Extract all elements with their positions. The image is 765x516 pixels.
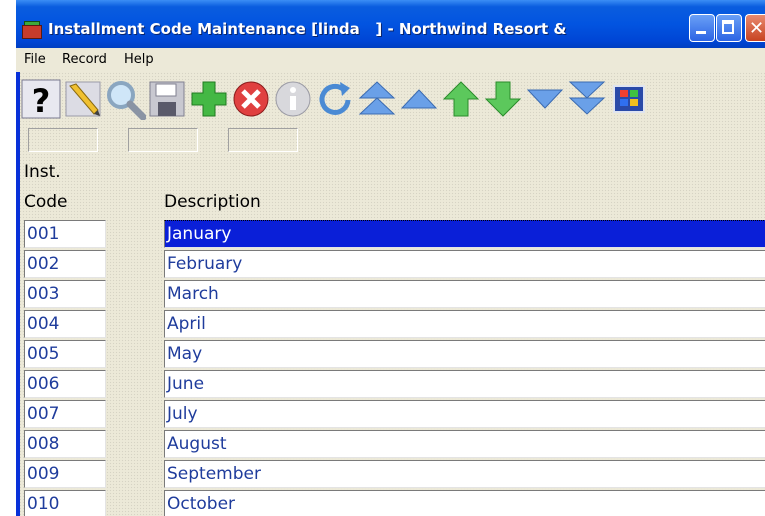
code-cell[interactable]: 007: [24, 400, 106, 428]
app-window: Installment Code Maintenance [linda ] - …: [16, 0, 765, 516]
description-cell[interactable]: February: [164, 250, 765, 278]
windows-logo-icon: [613, 85, 645, 113]
previous-page-icon: [400, 89, 438, 109]
search-magnifier-icon: [107, 81, 146, 120]
edit-pencil-icon: [65, 81, 101, 117]
previous-page-button[interactable]: [398, 78, 440, 120]
first-record-button[interactable]: [356, 78, 398, 120]
save-disk-icon: [149, 81, 185, 117]
code-cell[interactable]: 003: [24, 280, 106, 308]
description-cell[interactable]: March: [164, 280, 765, 308]
code-cell[interactable]: 004: [24, 310, 106, 338]
menu-help[interactable]: Help: [124, 52, 154, 67]
description-cell[interactable]: June: [164, 370, 765, 398]
help-icon: ?: [21, 79, 61, 120]
code-cell[interactable]: 002: [24, 250, 106, 278]
column-header-code-line1: Inst.: [24, 162, 61, 182]
description-cell[interactable]: September: [164, 460, 765, 488]
first-record-icon: [358, 81, 396, 115]
title-bar[interactable]: Installment Code Maintenance [linda ] - …: [16, 0, 765, 48]
next-record-icon: [484, 81, 522, 117]
description-cell[interactable]: October: [164, 490, 765, 516]
add-button[interactable]: [188, 78, 230, 120]
info-button[interactable]: [272, 78, 314, 120]
description-cell-selected[interactable]: January: [164, 220, 765, 248]
code-cell[interactable]: 001: [24, 220, 106, 248]
menu-bar: File Record Help: [16, 48, 765, 72]
code-cell[interactable]: 006: [24, 370, 106, 398]
refresh-icon: [319, 82, 351, 115]
minimize-button[interactable]: [689, 14, 715, 42]
svg-text:?: ?: [32, 82, 51, 120]
maximize-icon: [722, 20, 734, 34]
minimize-icon: [696, 31, 706, 34]
delete-x-icon: [233, 81, 269, 117]
maximize-button[interactable]: [716, 14, 742, 42]
filter-field-2[interactable]: [128, 128, 198, 152]
filter-field-1[interactable]: [28, 128, 98, 152]
description-cell[interactable]: August: [164, 430, 765, 458]
delete-button[interactable]: [230, 78, 272, 120]
edit-button[interactable]: [62, 78, 104, 120]
add-plus-icon: [191, 81, 227, 117]
windows-button[interactable]: [608, 78, 650, 120]
previous-record-button[interactable]: [440, 78, 482, 120]
filter-field-3[interactable]: [228, 128, 298, 152]
save-button[interactable]: [146, 78, 188, 120]
description-cell[interactable]: July: [164, 400, 765, 428]
code-cell[interactable]: 010: [24, 490, 106, 516]
next-page-button[interactable]: [524, 78, 566, 120]
window-title: Installment Code Maintenance [linda ] - …: [48, 20, 567, 38]
menu-file[interactable]: File: [24, 52, 46, 67]
close-button[interactable]: ✕: [745, 14, 765, 42]
menu-record[interactable]: Record: [62, 52, 107, 67]
close-icon: ✕: [749, 18, 765, 39]
search-button[interactable]: [104, 78, 146, 120]
app-icon[interactable]: [22, 21, 42, 39]
next-page-icon: [526, 89, 564, 109]
description-cell[interactable]: April: [164, 310, 765, 338]
description-cell[interactable]: May: [164, 340, 765, 368]
info-icon: [275, 81, 311, 117]
last-record-button[interactable]: [566, 78, 608, 120]
help-button[interactable]: ?: [20, 78, 62, 120]
next-record-button[interactable]: [482, 78, 524, 120]
code-cell[interactable]: 008: [24, 430, 106, 458]
code-cell[interactable]: 005: [24, 340, 106, 368]
column-header-code-line2: Code: [24, 192, 68, 212]
previous-record-icon: [442, 81, 480, 117]
last-record-icon: [568, 81, 606, 115]
refresh-button[interactable]: [314, 78, 356, 120]
column-header-description: Description: [164, 192, 261, 212]
code-cell[interactable]: 009: [24, 460, 106, 488]
